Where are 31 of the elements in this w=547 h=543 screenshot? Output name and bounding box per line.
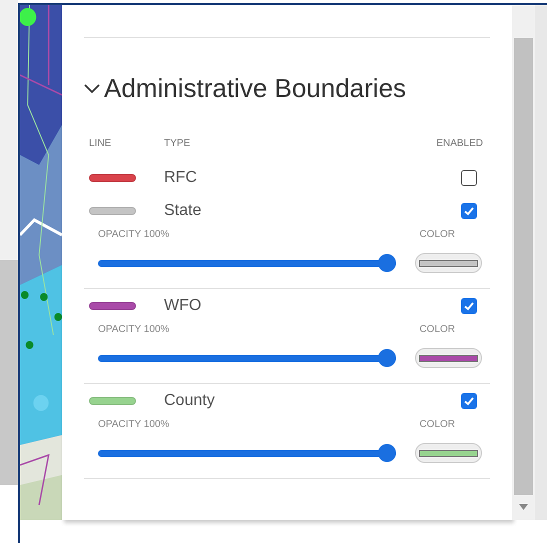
opacity-slider[interactable] (98, 254, 396, 272)
opacity-slider[interactable] (98, 444, 396, 462)
color-label: COLOR (419, 323, 455, 337)
color-picker-button[interactable] (415, 443, 482, 463)
checkbox[interactable] (461, 202, 477, 218)
boundary-type: State (164, 200, 202, 220)
color-picker-button[interactable] (415, 253, 482, 273)
checkmark-icon (463, 394, 475, 406)
scrollbar-thumb[interactable] (514, 38, 533, 495)
column-header: LINE (88, 137, 112, 151)
opacity-label: OPACITY 100% (98, 323, 170, 337)
color-label: COLOR (419, 228, 455, 242)
scrollbar[interactable] (512, 5, 535, 520)
chevron-icon[interactable] (84, 84, 100, 94)
checkbox[interactable] (461, 298, 477, 314)
column-header: ENABLED (436, 137, 483, 151)
color-label: COLOR (419, 418, 455, 432)
checkbox[interactable] (461, 392, 477, 408)
boundary-type: RFC (164, 168, 198, 188)
checkmark-icon (463, 300, 475, 312)
scroll-down-arrow-icon[interactable] (519, 504, 528, 510)
checkbox[interactable] (461, 170, 477, 186)
column-header: TYPE (164, 137, 192, 151)
opacity-slider[interactable] (98, 349, 396, 367)
opacity-label: OPACITY 100% (98, 228, 170, 242)
boundary-type: WFO (164, 296, 202, 316)
checkmark-icon (463, 204, 475, 216)
opacity-label: OPACITY 100% (98, 418, 170, 432)
section-title[interactable]: Administrative Boundaries (104, 69, 406, 108)
boundary-type: County (164, 390, 216, 410)
color-picker-button[interactable] (415, 348, 482, 368)
